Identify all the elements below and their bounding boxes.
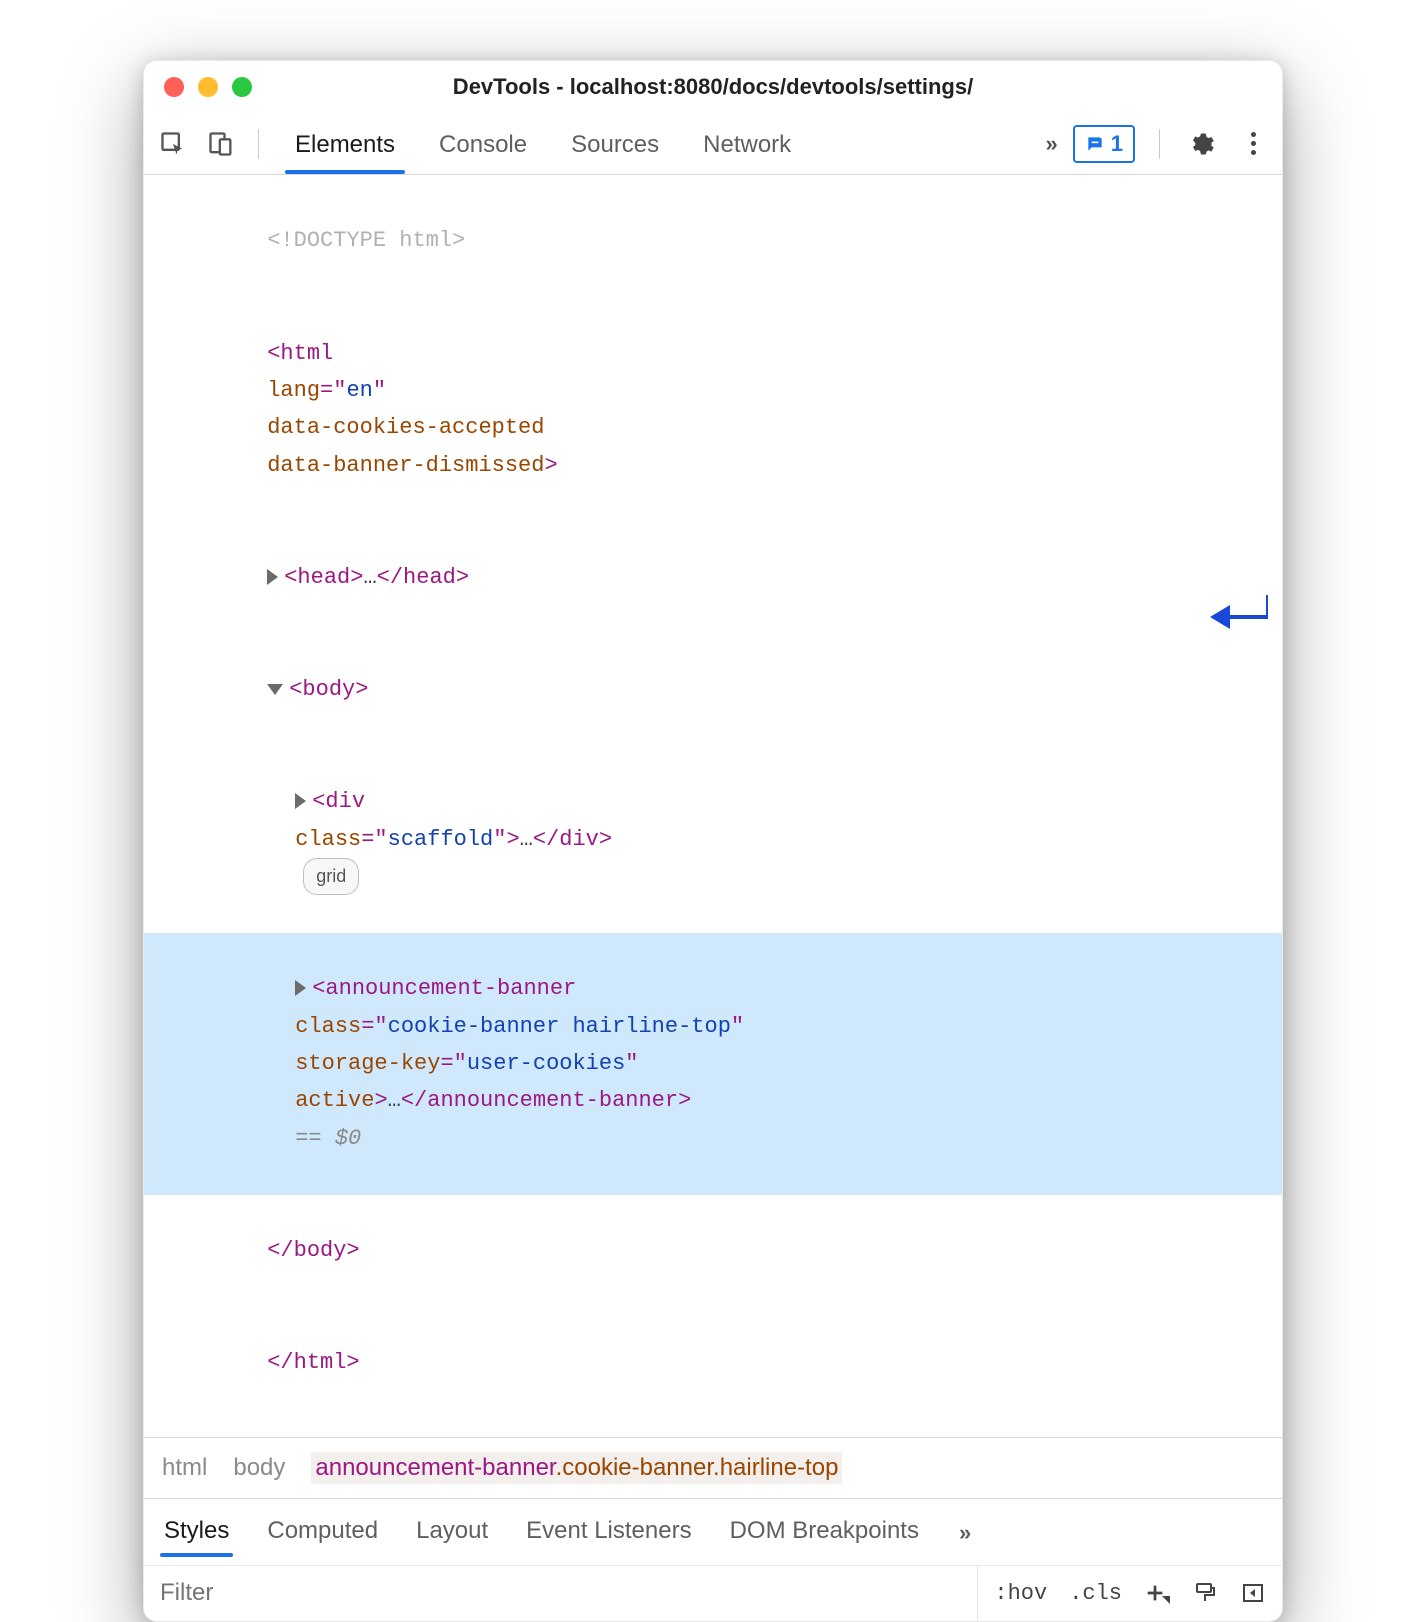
hov-toggle[interactable]: :hov [994, 1581, 1047, 1606]
tab-layout[interactable]: Layout [414, 1511, 490, 1555]
tab-event-listeners[interactable]: Event Listeners [524, 1511, 693, 1555]
expand-icon[interactable] [267, 569, 278, 585]
traffic-lights [164, 77, 252, 97]
div-scaffold-line[interactable]: <div class="scaffold">…</div> grid [144, 746, 1282, 933]
inspect-element-icon[interactable] [156, 127, 190, 161]
new-style-rule-icon[interactable] [1144, 1580, 1170, 1606]
styles-tabs-overflow-icon[interactable]: » [959, 1520, 968, 1546]
body-open-line[interactable]: <body> [144, 634, 1282, 746]
tab-computed[interactable]: Computed [265, 1511, 380, 1555]
computed-panel-icon[interactable] [1240, 1580, 1266, 1606]
titlebar: DevTools - localhost:8080/docs/devtools/… [144, 61, 1282, 113]
breadcrumb-selected[interactable]: announcement-banner.cookie-banner.hairli… [311, 1452, 842, 1484]
grid-badge[interactable]: grid [303, 858, 359, 895]
announcement-banner-line[interactable]: <announcement-banner class="cookie-banne… [144, 933, 1282, 1195]
html-open-line[interactable]: <html lang="en" data-cookies-accepted da… [144, 297, 1282, 521]
paint-icon[interactable] [1192, 1580, 1218, 1606]
tabs-overflow-icon[interactable]: » [1046, 131, 1055, 157]
tab-dom-breakpoints[interactable]: DOM Breakpoints [728, 1511, 921, 1555]
close-window-button[interactable] [164, 77, 184, 97]
elements-tree[interactable]: <!DOCTYPE html> <html lang="en" data-coo… [144, 175, 1282, 1437]
styles-tabs: Styles Computed Layout Event Listeners D… [144, 1498, 1282, 1565]
breadcrumb-body[interactable]: body [233, 1454, 285, 1482]
selection-arrow-icon [1208, 593, 1268, 629]
issues-count: 1 [1111, 131, 1123, 157]
toolbar-divider-2 [1159, 129, 1160, 159]
toolbar-left: Elements Console Sources Network [156, 117, 797, 171]
expand-icon[interactable] [295, 793, 306, 809]
expand-icon[interactable] [295, 980, 306, 996]
styles-filter-tools: :hov .cls [977, 1566, 1282, 1621]
body-close-line[interactable]: </body> [144, 1195, 1282, 1307]
head-line[interactable]: <head>…</head> [144, 522, 1282, 634]
minimize-window-button[interactable] [198, 77, 218, 97]
toolbar-divider [258, 129, 259, 159]
issues-badge[interactable]: 1 [1073, 125, 1135, 163]
cls-toggle[interactable]: .cls [1069, 1581, 1122, 1606]
styles-filter-row: :hov .cls [144, 1565, 1282, 1621]
issues-icon [1085, 134, 1105, 154]
settings-icon[interactable] [1184, 127, 1218, 161]
device-toolbar-icon[interactable] [204, 127, 238, 161]
collapse-icon[interactable] [267, 684, 283, 695]
panel-tabs: Elements Console Sources Network [289, 117, 797, 171]
toolbar-right: » 1 [1046, 125, 1271, 163]
tab-sources[interactable]: Sources [565, 117, 665, 171]
zoom-window-button[interactable] [232, 77, 252, 97]
main-toolbar: Elements Console Sources Network » 1 [144, 113, 1282, 175]
devtools-window: DevTools - localhost:8080/docs/devtools/… [143, 60, 1283, 1622]
tab-styles[interactable]: Styles [162, 1511, 231, 1555]
breadcrumb-html[interactable]: html [162, 1454, 207, 1482]
window-title: DevTools - localhost:8080/docs/devtools/… [453, 74, 973, 100]
tab-console[interactable]: Console [433, 117, 533, 171]
styles-filter-input[interactable] [144, 1579, 977, 1607]
doctype-line[interactable]: <!DOCTYPE html> [144, 185, 1282, 297]
more-menu-icon[interactable] [1236, 127, 1270, 161]
dom-breadcrumb: html body announcement-banner.cookie-ban… [144, 1437, 1282, 1498]
html-close-line[interactable]: </html> [144, 1307, 1282, 1419]
tab-network[interactable]: Network [697, 117, 797, 171]
tab-elements[interactable]: Elements [289, 117, 401, 171]
